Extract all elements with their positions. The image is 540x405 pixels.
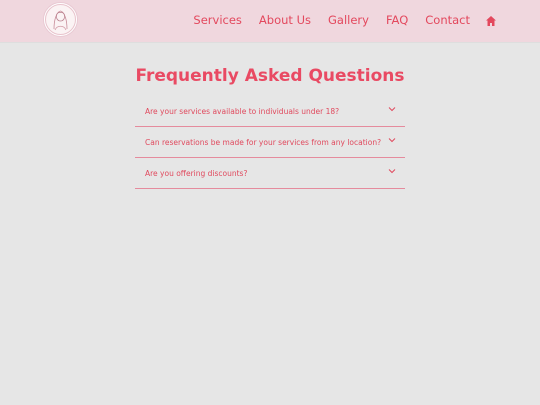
faq-item[interactable]: Are your services available to individua… [135, 96, 405, 127]
page-title: Frequently Asked Questions [135, 66, 405, 86]
faq-question: Are your services available to individua… [145, 107, 340, 116]
chevron-down-icon [388, 138, 396, 143]
chevron-down-icon [388, 169, 396, 174]
nav-link-about-us[interactable]: About Us [259, 13, 311, 27]
faq-item[interactable]: Are you offering discounts? [135, 158, 405, 189]
faq-question: Can reservations be made for your servic… [145, 138, 382, 147]
home-icon[interactable] [485, 12, 497, 26]
nav-link-faq[interactable]: FAQ [386, 13, 408, 27]
nav-link-services[interactable]: Services [193, 13, 242, 27]
faq-item[interactable]: Can reservations be made for your servic… [135, 127, 405, 158]
nav-link-contact[interactable]: Contact [425, 13, 470, 27]
nav-link-gallery[interactable]: Gallery [328, 13, 369, 27]
faq-question: Are you offering discounts? [145, 169, 248, 178]
chevron-down-icon [388, 107, 396, 112]
logo-icon[interactable] [43, 2, 78, 37]
faq-list: Are your services available to individua… [135, 96, 405, 189]
main-nav: Services About Us Gallery FAQ Contact [176, 13, 470, 27]
navbar: Services About Us Gallery FAQ Contact [0, 0, 540, 42]
